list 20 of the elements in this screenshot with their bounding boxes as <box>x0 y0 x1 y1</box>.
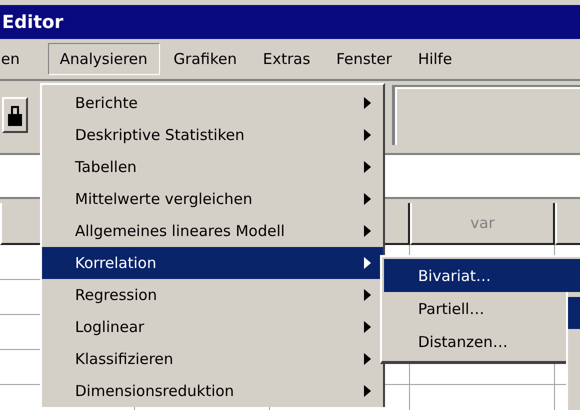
menu-item[interactable]: Bivariat… <box>384 259 580 292</box>
menu-item[interactable]: Korrelation <box>42 247 383 279</box>
lock-icon <box>8 104 22 126</box>
menu-bar-item[interactable]: Fenster <box>324 43 404 75</box>
menu-bar-item[interactable]: Hilfe <box>406 43 464 75</box>
menu-item[interactable]: Mittelwerte vergleichen <box>42 183 383 215</box>
menu-item[interactable]: Klassifizieren <box>42 343 383 375</box>
menu-item[interactable]: Dimensionsreduktion <box>42 375 383 407</box>
menu-bar-item[interactable]: en <box>0 43 32 75</box>
menu-item[interactable]: Allgemeines lineares Modell <box>42 215 383 247</box>
window-title: Editor <box>1 12 64 32</box>
toolbar-button[interactable] <box>2 97 28 133</box>
menu-item[interactable]: Regression <box>42 279 383 311</box>
menu-item[interactable]: Deskriptive Statistiken <box>42 119 383 151</box>
menu-item[interactable]: Berichte <box>42 87 383 119</box>
menu-bar-item[interactable]: Extras <box>250 43 322 75</box>
menu-bar-item[interactable]: Grafiken <box>162 43 249 75</box>
menu-item[interactable]: Loglinear <box>42 311 383 343</box>
menu-bar-item[interactable]: Analysieren <box>48 43 160 75</box>
menu-item[interactable]: Tabellen <box>42 151 383 183</box>
